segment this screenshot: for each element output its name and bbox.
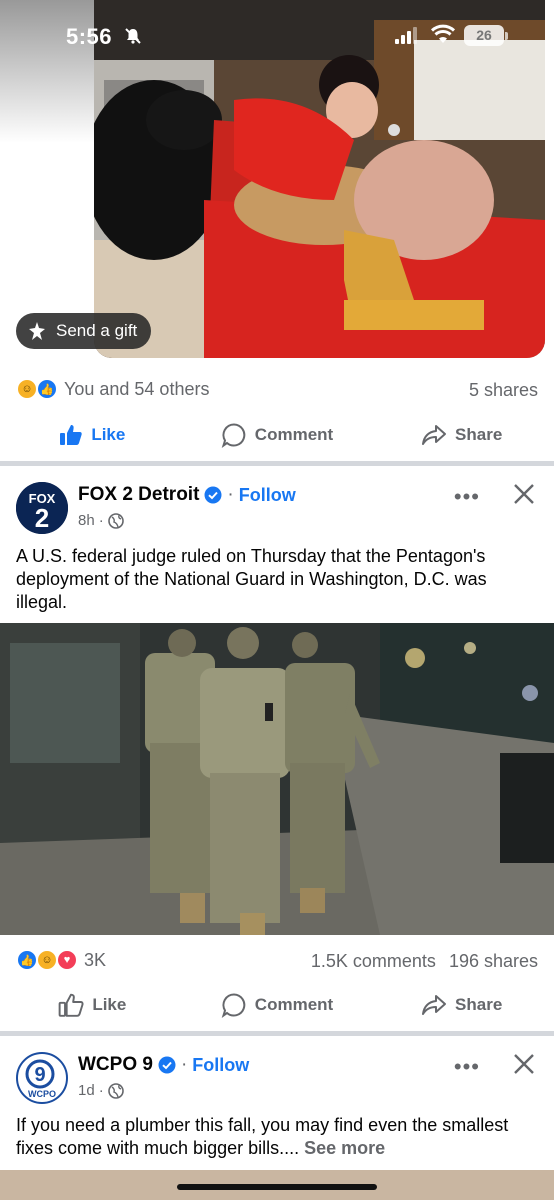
comments-count[interactable]: 1.5K comments — [311, 951, 436, 971]
share-label: Share — [455, 995, 503, 1014]
separator: · — [180, 1054, 188, 1075]
signal-icon — [395, 27, 417, 44]
share-icon — [422, 425, 447, 445]
verified-badge-icon — [204, 486, 222, 504]
comment-button[interactable]: Comment — [185, 415, 370, 455]
share-button[interactable]: Share — [369, 415, 554, 455]
shares-count[interactable]: 196 shares — [449, 951, 538, 971]
battery-tip — [505, 32, 508, 40]
like-reaction-icon: 👍 — [16, 949, 38, 971]
status-bar: 5:56 26 — [0, 0, 554, 70]
post2-page-name: FOX 2 Detroit · Follow — [78, 484, 296, 506]
wcpo-avatar[interactable]: 9 WCPO — [16, 1052, 68, 1104]
wcpo-logo-label: WCPO — [28, 1089, 56, 1099]
post3-header: 9 WCPO WCPO 9 · Follow 1d · ••• — [0, 1052, 554, 1112]
globe-icon — [107, 512, 124, 529]
post2-actions: Like Comment Share — [0, 985, 554, 1025]
like-reaction-icon: 👍 — [36, 378, 58, 400]
post-time[interactable]: 1d — [78, 1082, 95, 1099]
post3-page-name: WCPO 9 · Follow — [78, 1054, 249, 1076]
post3-body: If you need a plumber this fall, you may… — [16, 1115, 509, 1158]
share-button[interactable]: Share — [369, 985, 554, 1025]
share-label: Share — [455, 425, 503, 444]
reactions-summary[interactable]: ☺ 👍 You and 54 others — [16, 378, 209, 400]
reactions-summary[interactable]: 👍 ☺ ♥ 3K — [16, 949, 106, 971]
post1-actions: Like Comment Share — [0, 415, 554, 455]
close-icon[interactable] — [512, 482, 536, 506]
shares-count[interactable]: 5 shares — [469, 380, 538, 401]
post3-time-line: 1d · — [78, 1082, 124, 1099]
comment-icon — [221, 423, 246, 448]
separator: · — [98, 512, 104, 529]
post1-stats: ☺ 👍 You and 54 others 5 shares — [0, 372, 554, 408]
status-time: 5:56 — [66, 24, 113, 49]
bell-off-icon — [125, 28, 141, 44]
post2-text: A U.S. federal judge ruled on Thursday t… — [16, 546, 487, 612]
close-icon[interactable] — [512, 1052, 536, 1076]
comment-label: Comment — [254, 995, 334, 1014]
reactions-count: 3K — [84, 949, 107, 970]
verified-badge-icon — [158, 1056, 176, 1074]
fox2-logo: FOX 2 — [16, 482, 68, 534]
page-name-link[interactable]: FOX 2 Detroit — [78, 484, 199, 506]
post-divider — [0, 461, 554, 466]
gift-sparkle-icon — [29, 322, 45, 340]
fox2-logo-bottom: 2 — [35, 503, 49, 533]
page-name-link[interactable]: WCPO 9 — [78, 1054, 153, 1076]
thumbs-up-icon — [58, 993, 84, 1017]
home-indicator[interactable] — [177, 1184, 377, 1190]
follow-button[interactable]: Follow — [192, 1055, 249, 1076]
like-label: Like — [92, 995, 127, 1014]
globe-icon — [107, 1082, 124, 1099]
post2-header: FOX 2 FOX 2 Detroit · Follow 8h · ••• — [0, 482, 554, 542]
haha-reaction-icon: ☺ — [36, 949, 58, 971]
wcpo-logo: 9 WCPO — [25, 1059, 56, 1099]
more-options-button[interactable]: ••• — [454, 1054, 480, 1080]
comment-button[interactable]: Comment — [185, 985, 370, 1025]
like-label: Like — [91, 425, 126, 444]
soldier-center — [200, 627, 290, 935]
wcpo-logo-number: 9 — [34, 1064, 45, 1086]
haha-reaction-icon: ☺ — [16, 378, 38, 400]
post2-engagement-counts: 1.5K comments 196 shares — [311, 951, 538, 972]
battery-icon: 26 — [464, 25, 504, 46]
like-button[interactable]: Like — [0, 415, 185, 455]
thumbs-up-filled-icon — [60, 425, 82, 445]
comment-icon — [221, 993, 246, 1018]
share-icon — [422, 995, 447, 1015]
fox2-avatar[interactable]: FOX 2 — [16, 482, 68, 534]
comment-label: Comment — [254, 425, 334, 444]
love-reaction-icon: ♥ — [56, 949, 78, 971]
more-options-button[interactable]: ••• — [454, 484, 480, 510]
post-time[interactable]: 8h — [78, 512, 95, 529]
separator: · — [98, 1082, 104, 1099]
separator: · — [227, 484, 234, 505]
send-gift-button[interactable]: Send a gift — [16, 313, 152, 349]
post-divider — [0, 1031, 554, 1036]
soldiers-street-scene — [0, 623, 554, 935]
send-gift-label: Send a gift — [56, 321, 138, 340]
like-button[interactable]: Like — [0, 985, 185, 1025]
wifi-icon — [430, 24, 456, 43]
reactions-label: You and 54 others — [64, 378, 210, 399]
post3-text: If you need a plumber this fall, you may… — [16, 1114, 540, 1160]
post2-stats: 👍 ☺ ♥ 3K 1.5K comments 196 shares — [0, 943, 554, 979]
post2-time-line: 8h · — [78, 512, 124, 529]
post2-photo[interactable] — [0, 623, 554, 935]
see-more-link[interactable]: See more — [304, 1138, 385, 1158]
follow-button[interactable]: Follow — [239, 485, 296, 506]
